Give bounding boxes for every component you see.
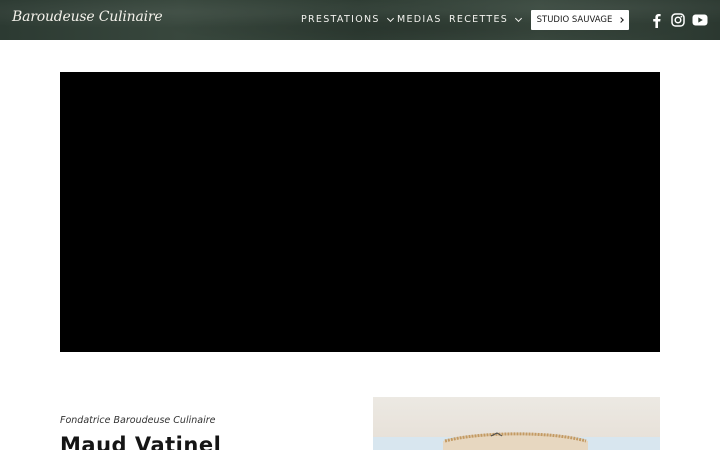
chevron-down-icon [386, 14, 394, 22]
facebook-icon[interactable] [648, 12, 664, 28]
chevron-down-icon [515, 14, 523, 22]
nav-item-label: RECETTES [449, 14, 509, 25]
instagram-icon[interactable] [670, 12, 686, 28]
founder-name: Maud Vatinel [60, 433, 222, 450]
nav-item-prestations[interactable]: PRESTATIONS [301, 14, 394, 25]
video-player[interactable] [60, 72, 660, 352]
founder-subtitle: Fondatrice Baroudeuse Culinaire [60, 415, 216, 426]
nav-item-recettes[interactable]: RECETTES [449, 14, 523, 25]
youtube-icon[interactable] [691, 12, 708, 28]
nav-item-medias[interactable]: MEDIAS [397, 14, 442, 25]
studio-sauvage-button[interactable]: STUDIO SAUVAGE [531, 10, 629, 30]
site-logo[interactable]: Baroudeuse Culinaire [12, 9, 163, 25]
site-header: Baroudeuse Culinaire PRESTATIONS MEDIAS … [0, 0, 720, 40]
chevron-right-icon [618, 17, 625, 23]
nav-item-label: PRESTATIONS [301, 14, 380, 25]
nav-item-label: MEDIAS [397, 14, 442, 25]
cta-label: STUDIO SAUVAGE [536, 15, 613, 25]
founder-photo [373, 397, 660, 450]
